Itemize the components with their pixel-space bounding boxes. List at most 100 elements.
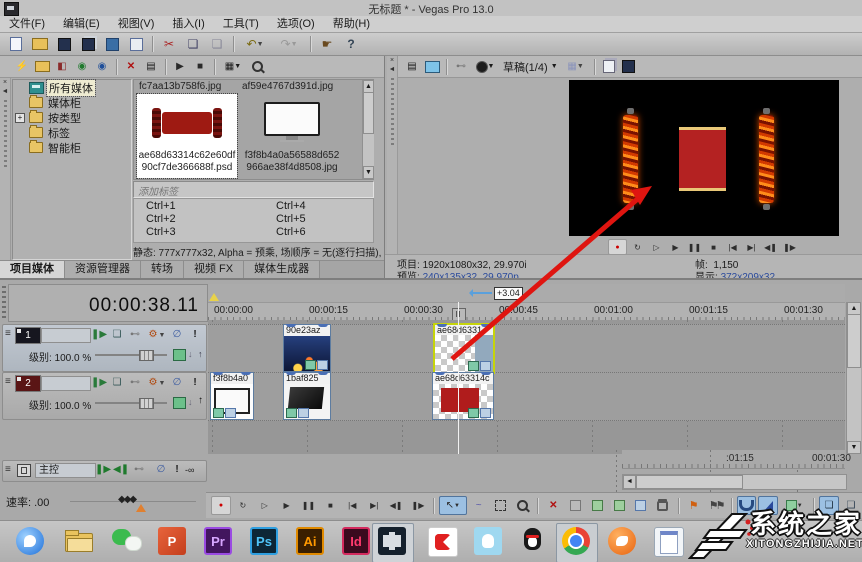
scrollbar-thumb[interactable]: [847, 314, 861, 368]
whats-this-help-button[interactable]: ?: [340, 34, 362, 54]
scroll-left-button[interactable]: ◄: [623, 475, 636, 489]
loop-region-marker[interactable]: [209, 293, 219, 301]
mute-button[interactable]: ∅: [169, 376, 185, 389]
panel-grip[interactable]: [4, 100, 7, 170]
copy-button[interactable]: ❏: [182, 34, 204, 54]
file-list-scrollbar[interactable]: ▲ ▼: [362, 80, 374, 179]
track-fx-plug-icon[interactable]: ⊷: [127, 376, 143, 389]
pause-button[interactable]: ❚❚: [686, 240, 703, 254]
video-output-fx-button[interactable]: ⊷: [452, 59, 470, 75]
event-pan-crop-icon[interactable]: [468, 408, 479, 418]
menu-view[interactable]: 视图(V): [109, 16, 164, 32]
redo-button[interactable]: ↷▼: [273, 34, 305, 54]
event-fx-icon[interactable]: [480, 361, 491, 371]
media-select-button[interactable]: ▤: [142, 59, 160, 75]
media-item-psd[interactable]: ae68d63314c62e60df 90cf7de366688f.psd: [137, 94, 237, 178]
tree-item-tags[interactable]: 标签: [13, 125, 131, 140]
save-project-button[interactable]: [53, 34, 75, 54]
split-trim-button[interactable]: [609, 496, 629, 515]
copy-snapshot-button[interactable]: [600, 59, 618, 75]
fade-handle[interactable]: [481, 324, 491, 327]
tab-project-media[interactable]: 项目媒体: [0, 261, 65, 278]
shortcut-item[interactable]: Ctrl+1: [146, 200, 256, 213]
composite-child-icon[interactable]: [173, 397, 186, 409]
close-panel-button[interactable]: ×: [387, 56, 397, 65]
scrollbar-thumb[interactable]: [636, 475, 743, 489]
taskbar-video-app-icon[interactable]: [428, 527, 458, 557]
import-media-button[interactable]: [33, 59, 51, 75]
next-frame-button[interactable]: ❚▶: [408, 496, 428, 515]
undo-button[interactable]: ↶▼: [239, 34, 271, 54]
track-motion-icon[interactable]: ❏: [109, 328, 125, 341]
next-frame-button[interactable]: ❚▶: [781, 240, 798, 254]
make-child-arrow-icon[interactable]: ↓: [188, 397, 193, 407]
fade-handle[interactable]: [286, 372, 296, 375]
go-to-end-button[interactable]: ▶|: [364, 496, 384, 515]
event-pan-crop-icon[interactable]: [213, 408, 224, 418]
rate-scrub-handle[interactable]: ◆◆◆: [118, 494, 135, 505]
save-snapshot-button[interactable]: [620, 59, 638, 75]
bus-fx-plug-icon[interactable]: ⊷: [131, 463, 147, 476]
timeline-event-90e23az[interactable]: 90e23az: [283, 324, 331, 372]
capture-video-button[interactable]: ◧: [53, 59, 71, 75]
tab-explorer[interactable]: 资源管理器: [65, 261, 141, 278]
shortcut-item[interactable]: Ctrl+5: [276, 213, 386, 226]
panel-grip[interactable]: [391, 78, 394, 148]
taskbar-wechat-icon[interactable]: [112, 527, 142, 557]
slip-trim-button[interactable]: [631, 496, 651, 515]
media-properties-button[interactable]: ⚡: [13, 59, 31, 75]
normal-edit-tool-button[interactable]: ↖▼: [439, 496, 467, 515]
timeline-event-1baf825[interactable]: 1baf825: [283, 372, 331, 420]
fade-handle[interactable]: [435, 372, 445, 375]
preview-overlays-button[interactable]: ▦▼: [563, 59, 589, 75]
rate-marker-triangle[interactable]: [136, 504, 146, 512]
tree-item-smart-bins[interactable]: 智能柜: [13, 140, 131, 155]
views-button[interactable]: ▦▼: [220, 59, 246, 75]
shortcut-item[interactable]: Ctrl+6: [276, 226, 386, 239]
fade-handle[interactable]: [241, 372, 251, 375]
cut-button[interactable]: ✂: [158, 34, 180, 54]
event-fx-icon[interactable]: [317, 360, 328, 370]
preview-media-stop-button[interactable]: ■: [191, 59, 209, 75]
trim-end-button[interactable]: [587, 496, 607, 515]
fade-handle[interactable]: [286, 324, 296, 327]
track-1-number[interactable]: 1: [15, 327, 41, 344]
insert-fx-icon[interactable]: ❚▶: [95, 463, 111, 476]
collapse-panel-button[interactable]: ◄: [387, 65, 397, 74]
track-1-header[interactable]: ≡ 1 ❚▶ ❏ ⊷ ⚙ ▼ ∅ ! 级别: 100.0 % ↓ ↑: [2, 324, 207, 372]
taskbar-notepad-icon[interactable]: [654, 527, 684, 557]
shortcut-item[interactable]: Ctrl+4: [276, 200, 386, 213]
event-pan-crop-icon[interactable]: [305, 360, 316, 370]
taskbar-photoshop-icon[interactable]: Ps: [250, 527, 280, 557]
taskbar-qq-icon[interactable]: [518, 527, 548, 557]
marker-lane[interactable]: +3.04: [208, 284, 845, 302]
taskbar-blue-app-icon[interactable]: [474, 527, 504, 557]
remove-media-button[interactable]: ✕: [122, 59, 140, 75]
split-screen-view-button[interactable]: ▼: [472, 59, 498, 75]
menu-tools[interactable]: 工具(T): [214, 16, 268, 32]
play-from-start-button[interactable]: ▷: [255, 496, 275, 515]
stop-button[interactable]: ■: [705, 240, 722, 254]
play-button[interactable]: ▶: [667, 240, 684, 254]
compositing-mode-icon[interactable]: ❚▶: [91, 328, 107, 341]
timeline-hscrollbar[interactable]: ◄: [622, 474, 847, 490]
open-project-button[interactable]: [29, 34, 51, 54]
event-pan-crop-icon[interactable]: [286, 408, 297, 418]
track-grip-icon[interactable]: ≡: [5, 328, 11, 339]
menu-help[interactable]: 帮助(H): [324, 16, 379, 32]
time-ruler[interactable]: 00:00:00 00:00:15 00:00:30 00:00:45 00:0…: [208, 302, 845, 322]
media-search-button[interactable]: [248, 59, 266, 75]
taskbar-vegas-pro-icon-active[interactable]: [378, 527, 408, 557]
taskbar-powerpoint-icon[interactable]: P: [158, 527, 188, 557]
event-fx-icon[interactable]: [480, 408, 491, 418]
new-project-button[interactable]: [5, 34, 27, 54]
expand-icon[interactable]: +: [15, 113, 25, 123]
fade-handle[interactable]: [437, 324, 447, 327]
event-fx-icon[interactable]: [225, 408, 236, 418]
menu-edit[interactable]: 编辑(E): [54, 16, 109, 32]
close-panel-button[interactable]: ×: [0, 78, 10, 87]
menu-file[interactable]: 文件(F): [0, 16, 54, 32]
mini-time-ruler[interactable]: :01:15 00:01:30: [622, 450, 845, 469]
tree-item-by-type[interactable]: +按类型: [13, 110, 131, 125]
collapse-panel-button[interactable]: ◄: [0, 87, 10, 96]
